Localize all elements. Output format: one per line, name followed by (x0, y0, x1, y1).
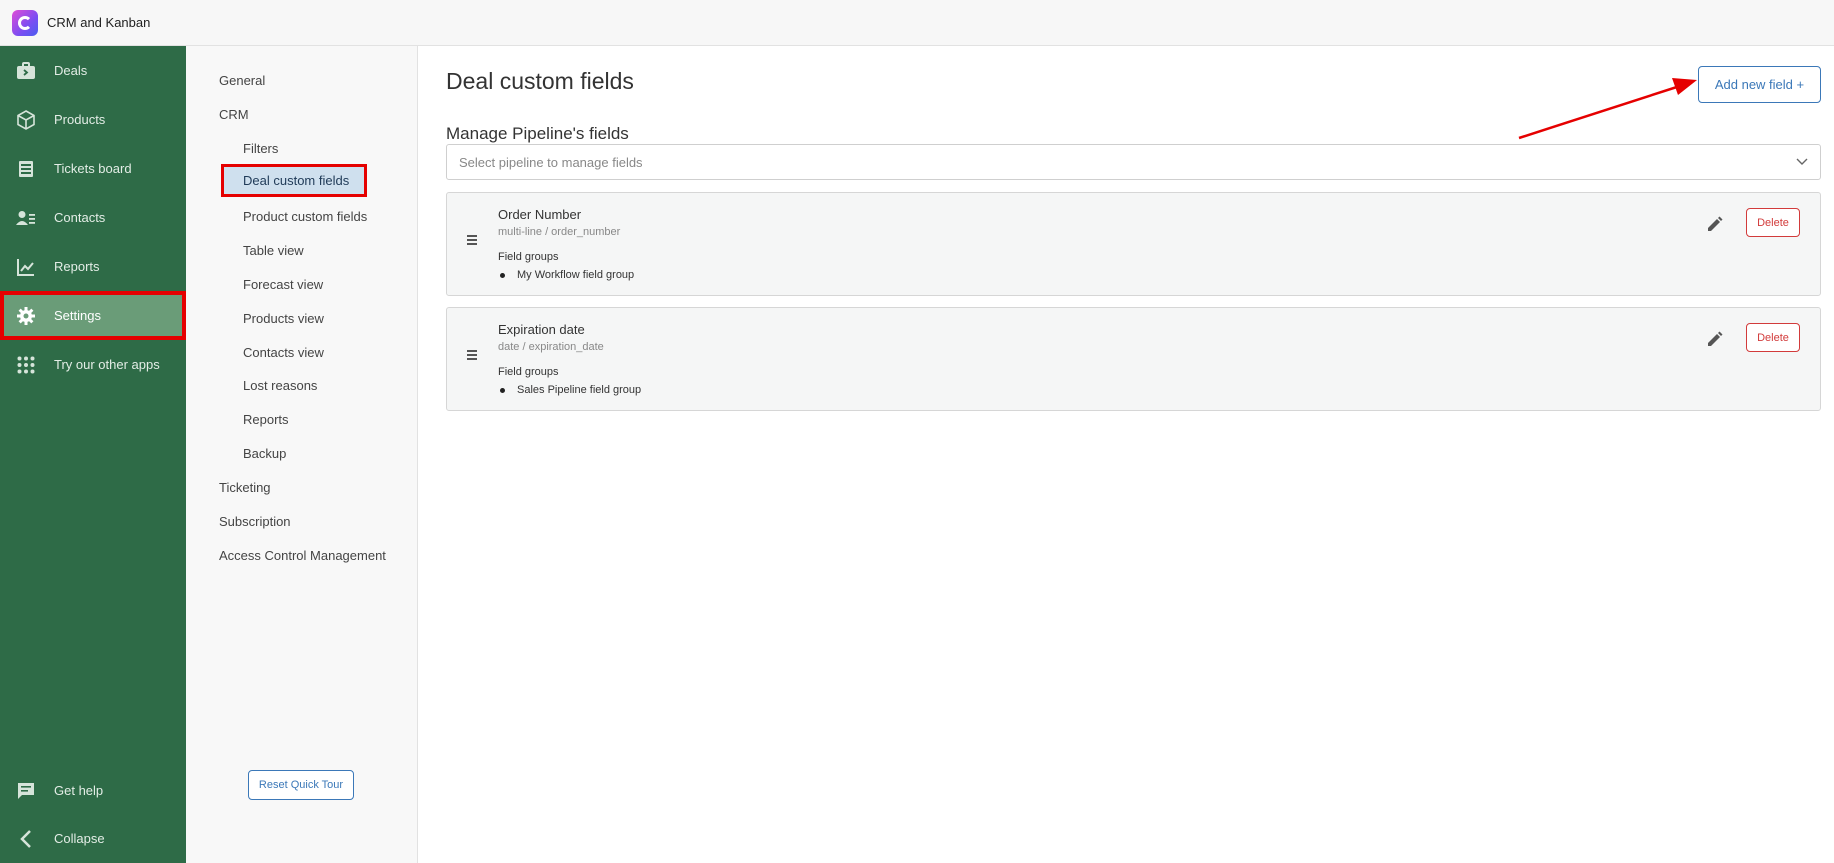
subnav-ticketing[interactable]: Ticketing (219, 480, 271, 495)
drag-handle-icon[interactable] (467, 235, 477, 247)
contacts-icon (16, 208, 36, 228)
subnav-product-custom-fields[interactable]: Product custom fields (243, 209, 367, 224)
section-title: Manage Pipeline's fields (446, 124, 629, 143)
nav-label-deals: Deals (54, 63, 88, 78)
gear-icon (16, 306, 36, 326)
field-type: date / expiration_date (498, 341, 604, 353)
subnav-products-view[interactable]: Products view (243, 311, 324, 326)
add-new-field-button[interactable]: Add new field + (1698, 66, 1821, 103)
app-logo-icon (12, 9, 38, 36)
main-content: Deal custom fields Add new field + Manag… (419, 46, 1834, 863)
delete-button[interactable]: Delete (1746, 208, 1800, 237)
subnav-table-view[interactable]: Table view (243, 243, 304, 258)
subnav-access-control[interactable]: Access Control Management (219, 548, 386, 563)
nav-label-get-help: Get help (54, 783, 104, 798)
drag-handle-icon[interactable] (467, 350, 477, 362)
field-group-item: Sales Pipeline field group (499, 384, 642, 396)
field-name: Expiration date (498, 322, 585, 337)
edit-pencil-icon[interactable] (1706, 215, 1724, 233)
app-header: CRM and Kanban (0, 0, 1834, 46)
chart-icon (16, 257, 36, 277)
subnav-general[interactable]: General (219, 73, 265, 88)
left-navigation: Deals Products Tickets board Contacts Re… (0, 46, 186, 863)
briefcase-icon (16, 61, 36, 81)
field-name: Order Number (498, 207, 582, 222)
settings-subnav: General CRM Filters Deal custom fields P… (186, 46, 418, 863)
nav-label-other-apps: Try our other apps (54, 357, 160, 372)
nav-item-contacts[interactable]: Contacts (0, 193, 186, 242)
nav-item-other-apps[interactable]: Try our other apps (0, 340, 186, 389)
pipeline-select[interactable]: Select pipeline to manage fields (446, 144, 1821, 180)
subnav-reports[interactable]: Reports (243, 412, 289, 427)
chat-icon (16, 781, 36, 801)
nav-label-tickets-board: Tickets board (54, 161, 132, 176)
subnav-deal-custom-fields-label: Deal custom fields (243, 173, 350, 188)
chevron-left-icon (16, 829, 36, 849)
nav-item-tickets-board[interactable]: Tickets board (0, 144, 186, 193)
field-type: multi-line / order_number (498, 226, 621, 238)
nav-label-collapse: Collapse (54, 831, 105, 846)
apps-grid-icon (16, 355, 36, 375)
subnav-deal-custom-fields[interactable]: Deal custom fields (221, 164, 367, 197)
subnav-forecast-view[interactable]: Forecast view (243, 277, 323, 292)
field-group-item: My Workflow field group (499, 269, 635, 281)
subnav-subscription[interactable]: Subscription (219, 514, 291, 529)
subnav-backup[interactable]: Backup (243, 446, 286, 461)
field-groups-label: Field groups (498, 366, 559, 378)
field-card: Order Number multi-line / order_number F… (446, 192, 1821, 296)
subnav-crm[interactable]: CRM (219, 107, 249, 122)
edit-pencil-icon[interactable] (1706, 330, 1724, 348)
nav-label-products: Products (54, 112, 106, 127)
nav-label-contacts: Contacts (54, 210, 106, 225)
subnav-contacts-view[interactable]: Contacts view (243, 345, 324, 360)
app-title: CRM and Kanban (47, 15, 151, 30)
nav-label-settings: Settings (54, 308, 101, 323)
nav-item-deals[interactable]: Deals (0, 46, 186, 95)
box-icon (16, 109, 36, 130)
reset-quick-tour-button[interactable]: Reset Quick Tour (248, 770, 354, 800)
chevron-down-icon (1794, 153, 1810, 169)
page-title: Deal custom fields (446, 68, 634, 94)
nav-item-products[interactable]: Products (0, 95, 186, 144)
nav-item-collapse[interactable]: Collapse (0, 814, 186, 863)
field-groups-label: Field groups (498, 251, 559, 263)
subnav-filters[interactable]: Filters (243, 141, 278, 156)
field-card: Expiration date date / expiration_date F… (446, 307, 1821, 411)
delete-button[interactable]: Delete (1746, 323, 1800, 352)
tickets-icon (16, 159, 36, 179)
subnav-lost-reasons[interactable]: Lost reasons (243, 378, 317, 393)
nav-item-reports[interactable]: Reports (0, 242, 186, 291)
nav-item-settings[interactable]: Settings (0, 291, 186, 340)
nav-label-reports: Reports (54, 259, 100, 274)
pipeline-select-placeholder: Select pipeline to manage fields (459, 154, 643, 170)
nav-item-get-help[interactable]: Get help (0, 766, 186, 815)
